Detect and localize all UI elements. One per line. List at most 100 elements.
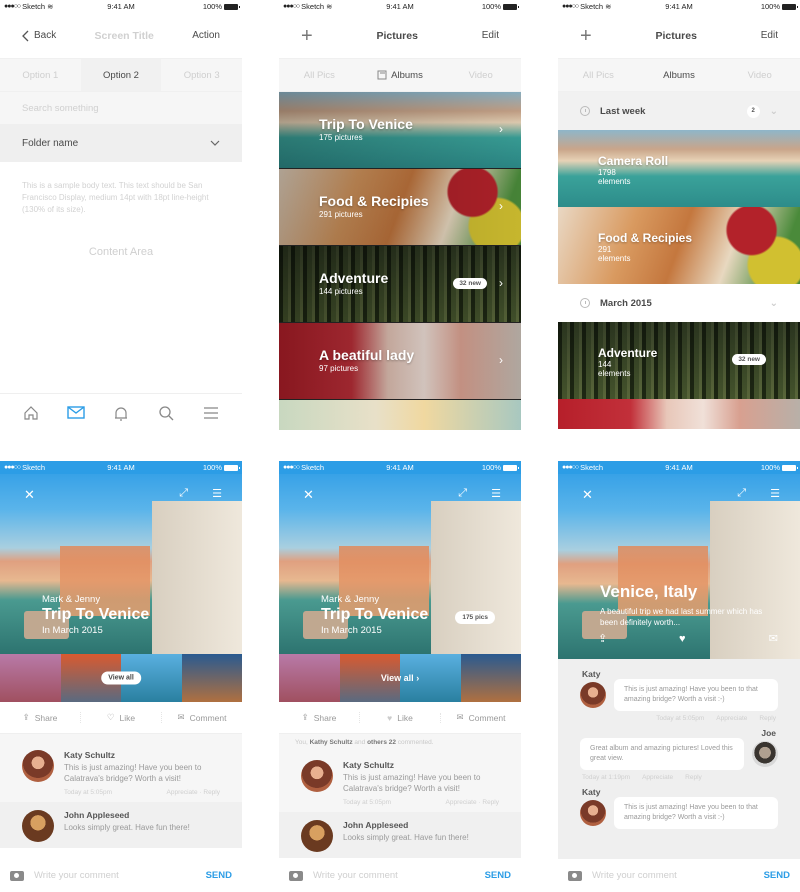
mail-icon[interactable]: ✉: [769, 632, 778, 645]
tab-option-1[interactable]: Option 1: [0, 59, 81, 91]
tabbar-menu[interactable]: [201, 403, 221, 423]
tab-option-2[interactable]: Option 2: [80, 59, 162, 91]
battery-percent: 100%: [202, 2, 222, 11]
reply-link[interactable]: Reply: [759, 715, 776, 722]
share-button[interactable]: ⇪ Share: [279, 712, 360, 723]
avatar: [580, 800, 606, 826]
album-count: 291: [598, 245, 612, 254]
folder-select[interactable]: Folder name: [0, 124, 242, 162]
comment-input[interactable]: [592, 870, 754, 881]
plus-icon[interactable]: +: [301, 26, 313, 46]
playlist-icon[interactable]: ☰: [212, 487, 222, 500]
group-header-march-2015[interactable]: March 2015 ⌄: [558, 284, 800, 322]
album-title: Trip To Venice: [42, 606, 150, 623]
like-label: Like: [397, 712, 413, 723]
commenters-others[interactable]: others 22: [367, 739, 396, 746]
view-all-button[interactable]: View all ›: [374, 670, 426, 686]
signal-icon: ●●●○○: [562, 3, 579, 10]
share-icon[interactable]: ⇪: [598, 632, 607, 645]
action-button[interactable]: Action: [192, 30, 220, 41]
tab-video[interactable]: Video: [440, 59, 521, 91]
appreciate-link[interactable]: Appreciate: [167, 789, 198, 796]
signal-icon: ●●●○○: [4, 464, 21, 471]
tabbar-notifications[interactable]: [111, 403, 131, 423]
comment-button[interactable]: ✉ Comment: [162, 712, 242, 723]
comment-item: John Appleseed Looks simply great. Have …: [279, 812, 521, 858]
playlist-icon[interactable]: ☰: [770, 487, 780, 500]
back-label: Back: [34, 30, 57, 41]
heart-icon: ♡: [106, 712, 115, 722]
battery-icon: [503, 3, 519, 10]
edit-button[interactable]: Edit: [482, 30, 499, 41]
carrier-label: Sketch: [22, 463, 46, 472]
comment-button[interactable]: ✉ Comment: [441, 712, 521, 723]
search-input[interactable]: Search something: [0, 92, 242, 124]
comment-input[interactable]: [34, 870, 196, 881]
appreciate-link[interactable]: Appreciate: [716, 715, 747, 722]
thumbnail[interactable]: [0, 654, 61, 702]
screen-title: Screen Title: [94, 29, 154, 42]
album-row[interactable]: Adventure 144 pictures 32 new ›: [279, 246, 521, 323]
tab-all-pics[interactable]: All Pics: [558, 59, 639, 91]
tab-video[interactable]: Video: [719, 59, 800, 91]
send-button[interactable]: SEND: [485, 870, 511, 881]
reply-link[interactable]: Reply: [203, 789, 220, 796]
back-button[interactable]: Back: [22, 30, 56, 42]
camera-icon[interactable]: [289, 870, 303, 881]
thumbnail[interactable]: [181, 654, 242, 702]
view-all-button[interactable]: View all: [101, 671, 141, 685]
home-icon: [23, 405, 38, 420]
tab-albums[interactable]: Albums: [638, 59, 720, 91]
signal-icon: ●●●○○: [283, 3, 300, 10]
album-hero: ●●●○○ Sketch 9:41 AM 100% ✕ ⤢ ☰ Venice, I…: [558, 461, 800, 659]
thumbnail[interactable]: [460, 654, 521, 702]
expand-icon[interactable]: ⤢: [737, 487, 746, 500]
album-row[interactable]: Adventure 144 elements 32 new: [558, 322, 800, 399]
send-button[interactable]: SEND: [206, 870, 232, 881]
thumbnail[interactable]: [279, 654, 340, 702]
close-icon[interactable]: ✕: [303, 487, 314, 503]
album-owners: Mark & Jenny: [321, 594, 380, 605]
carrier-label: Sketch: [301, 463, 325, 472]
tab-option-3[interactable]: Option 3: [161, 59, 242, 91]
album-row[interactable]: Food & Recipies 291 elements: [558, 207, 800, 284]
tabbar-search[interactable]: [156, 403, 176, 423]
segmented-control: All Pics Albums Video: [558, 58, 800, 92]
commenter-name[interactable]: Kathy Schultz: [310, 739, 353, 746]
close-icon[interactable]: ✕: [582, 487, 593, 503]
edit-button[interactable]: Edit: [761, 30, 778, 41]
album-row[interactable]: A beatiful lady 97 pictures ›: [279, 323, 521, 400]
group-header-last-week[interactable]: Last week 2 ⌄: [558, 92, 800, 130]
like-button[interactable]: ♡ Like: [81, 712, 162, 723]
appreciate-link[interactable]: Appreciate: [642, 774, 673, 781]
expand-icon[interactable]: ⤢: [458, 487, 467, 500]
tabbar-mail[interactable]: [66, 403, 86, 423]
reply-link[interactable]: Reply: [482, 799, 499, 806]
tab-all-pics[interactable]: All Pics: [279, 59, 360, 91]
album-row[interactable]: Food & Recipies 291 pictures ›: [279, 169, 521, 246]
tab-albums[interactable]: Albums: [359, 59, 441, 91]
body-text: This is a sample body text. This text sh…: [22, 181, 209, 214]
like-label: Like: [119, 712, 136, 723]
reply-link[interactable]: Reply: [685, 774, 702, 781]
album-row-partial[interactable]: [279, 400, 521, 430]
heart-icon[interactable]: ♥: [679, 633, 686, 645]
wifi-icon: ≋: [605, 2, 612, 11]
camera-icon[interactable]: [10, 870, 24, 881]
send-button[interactable]: SEND: [764, 870, 790, 881]
appreciate-link[interactable]: Appreciate: [446, 799, 477, 806]
album-row[interactable]: Trip To Venice 175 pictures ›: [279, 92, 521, 169]
plus-icon[interactable]: +: [580, 26, 592, 46]
album-row-partial[interactable]: [558, 399, 800, 429]
share-icon: ⇪: [22, 712, 30, 722]
tabbar-home[interactable]: [21, 403, 41, 423]
album-row[interactable]: Camera Roll 1798 elements: [558, 130, 800, 207]
expand-icon[interactable]: ⤢: [179, 487, 188, 500]
group-count-badge: 2: [746, 104, 760, 118]
playlist-icon[interactable]: ☰: [491, 487, 501, 500]
camera-icon[interactable]: [568, 870, 582, 881]
share-button[interactable]: ⇪ Share: [0, 712, 81, 723]
like-button[interactable]: ♥ Like: [360, 712, 441, 723]
comment-input[interactable]: [313, 870, 475, 881]
close-icon[interactable]: ✕: [24, 487, 35, 503]
